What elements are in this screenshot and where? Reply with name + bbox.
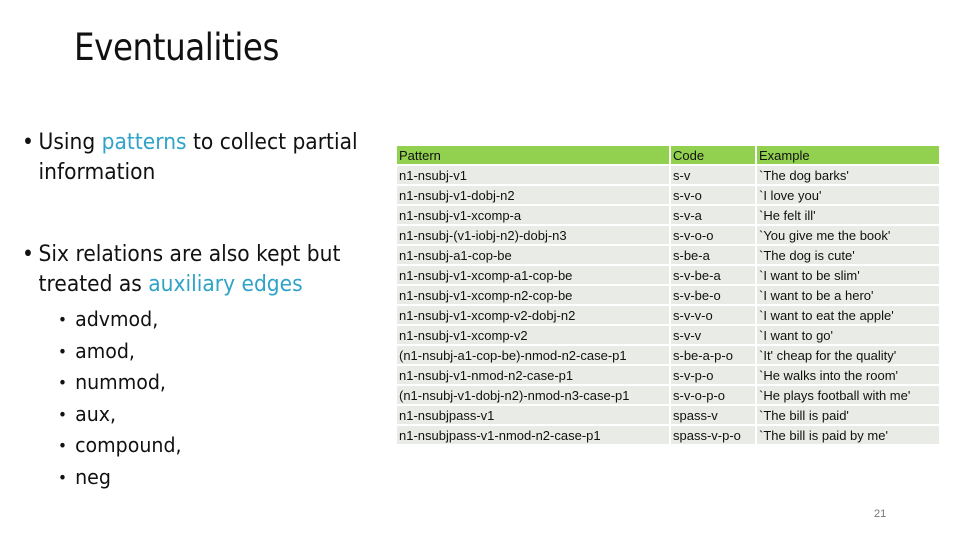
cell-pattern: n1-nsubj-v1-xcomp-a1-cop-be [397, 266, 669, 284]
cell-pattern: n1-nsubj-a1-cop-be [397, 246, 669, 264]
cell-example: `I want to be a hero' [755, 286, 939, 304]
cell-example: `The bill is paid' [755, 406, 939, 424]
cell-example: `It' cheap for the quality' [755, 346, 939, 364]
relation-item: • aux, [58, 399, 366, 431]
bullet-dot-icon: • [22, 242, 34, 267]
relation-item: • advmod, [58, 304, 366, 336]
table-row: (n1-nsubj-a1-cop-be)-nmod-n2-case-p1 s-be… [397, 346, 939, 364]
cell-pattern: n1-nsubj-v1-xcomp-v2 [397, 326, 669, 344]
cell-code: s-v-o-p-o [669, 386, 755, 404]
table-row: n1-nsubj-v1 s-v `The dog barks' [397, 166, 939, 184]
relation-label: compound, [75, 433, 182, 457]
cell-code: s-be-a [669, 246, 755, 264]
cell-code: s-v-v-o [669, 306, 755, 324]
cell-code: s-v [669, 166, 755, 184]
cell-example: `The dog barks' [755, 166, 939, 184]
cell-pattern: n1-nsubj-v1-xcomp-a [397, 206, 669, 224]
cell-pattern: n1-nsubj-v1-dobj-n2 [397, 186, 669, 204]
header-code: Code [669, 146, 755, 164]
page-number: 21 [874, 508, 887, 520]
cell-pattern: n1-nsubj-v1-xcomp-v2-dobj-n2 [397, 306, 669, 324]
cell-code: s-v-p-o [669, 366, 755, 384]
cell-example: `The bill is paid by me' [755, 426, 939, 444]
cell-code: s-v-o [669, 186, 755, 204]
table-body: n1-nsubj-v1 s-v `The dog barks' n1-nsubj-v1… [397, 166, 939, 444]
bullet-auxiliary-edges: • Six relations are also kept but treate… [22, 240, 397, 300]
bullet-dot-icon: • [58, 404, 67, 424]
highlight-auxiliary-edges: auxiliary edges [148, 272, 303, 297]
cell-example: `The dog is cute' [755, 246, 939, 264]
bullet-dot-icon: • [22, 130, 34, 155]
cell-code: spass-v-p-o [669, 426, 755, 444]
relation-label: neg [75, 464, 111, 489]
cell-example: `I love you' [755, 186, 939, 204]
cell-pattern: n1-nsubj-v1-xcomp-n2-cop-be [397, 286, 669, 304]
cell-example: `I want to eat the apple' [755, 306, 939, 324]
table-row: n1-nsubj-(v1-iobj-n2)-dobj-n3 s-v-o-o `You… [397, 226, 939, 244]
bullet-text: Using [38, 130, 102, 155]
relation-label: nummod, [75, 370, 166, 394]
table-row: n1-nsubj-v1-xcomp-a1-cop-be s-v-be-a `I wa… [397, 266, 939, 284]
table-row: n1-nsubj-v1-xcomp-a s-v-a `He felt ill' [397, 206, 939, 224]
table-row: n1-nsubj-v1-xcomp-v2-dobj-n2 s-v-v-o `I wa… [397, 306, 939, 324]
cell-example: `I want to be slim' [755, 266, 939, 284]
cell-pattern: (n1-nsubj-v1-dobj-n2)-nmod-n3-case-p1 [397, 386, 669, 404]
cell-pattern: (n1-nsubj-a1-cop-be)-nmod-n2-case-p1 [397, 346, 669, 364]
bullet-dot-icon: • [58, 373, 67, 392]
relation-item: • compound, [58, 430, 366, 462]
table-row: n1-nsubj-v1-xcomp-v2 s-v-v `I want to go' [397, 326, 939, 344]
cell-pattern: n1-nsubj-(v1-iobj-n2)-dobj-n3 [397, 226, 669, 244]
relation-item: • neg [58, 462, 366, 494]
cell-pattern: n1-nsubj-v1-nmod-n2-case-p1 [397, 366, 669, 384]
cell-example: `He felt ill' [755, 206, 939, 224]
bullet-patterns: • Using patterns to collect partial info… [22, 128, 397, 188]
table-header-row: Pattern Code Example [397, 146, 939, 164]
table-row: n1-nsubj-v1-xcomp-n2-cop-be s-v-be-o `I wa… [397, 286, 939, 304]
table-row: n1-nsubj-v1-dobj-n2 s-v-o `I love you' [397, 186, 939, 204]
cell-pattern: n1-nsubj-v1 [397, 166, 669, 184]
relation-label: advmod, [75, 307, 159, 331]
table-row: n1-nsubjpass-v1-nmod-n2-case-p1 spass-v-p… [397, 426, 939, 444]
slide-title: Eventualities [74, 26, 280, 69]
table-row: n1-nsubj-a1-cop-be s-be-a `The dog is cute… [397, 246, 939, 264]
cell-example: `You give me the book' [755, 226, 939, 244]
relation-label: amod, [75, 338, 135, 363]
header-example: Example [755, 146, 939, 164]
table-row: (n1-nsubj-v1-dobj-n2)-nmod-n3-case-p1 s-v… [397, 386, 939, 404]
cell-example: `I want to go' [755, 326, 939, 344]
cell-example: `He walks into the room' [755, 366, 939, 384]
cell-code: s-v-be-a [669, 266, 755, 284]
relation-item: • amod, [58, 336, 366, 368]
bullet-dot-icon: • [58, 341, 67, 361]
cell-code: s-v-v [669, 326, 755, 344]
cell-example: `He plays football with me' [755, 386, 939, 404]
cell-code: s-v-a [669, 206, 755, 224]
relation-item: • nummod, [58, 367, 366, 399]
cell-pattern: n1-nsubjpass-v1-nmod-n2-case-p1 [397, 426, 669, 444]
relation-sublist: • advmod, • amod, • nummod, • aux, • compound… [22, 304, 382, 493]
bullet-dot-icon: • [58, 467, 67, 487]
cell-code: s-v-be-o [669, 286, 755, 304]
header-pattern: Pattern [397, 146, 669, 164]
table-row: n1-nsubj-v1-nmod-n2-case-p1 s-v-p-o `He wa… [397, 366, 939, 384]
cell-code: s-v-o-o [669, 226, 755, 244]
cell-code: spass-v [669, 406, 755, 424]
cell-code: s-be-a-p-o [669, 346, 755, 364]
bullet-list: • Using patterns to collect partial info… [22, 128, 382, 493]
bullet-dot-icon: • [58, 436, 67, 455]
relation-label: aux, [75, 401, 117, 426]
bullet-dot-icon: • [58, 310, 67, 329]
highlight-patterns: patterns [101, 130, 187, 155]
table-row: n1-nsubjpass-v1 spass-v `The bill is paid' [397, 406, 939, 424]
cell-pattern: n1-nsubjpass-v1 [397, 406, 669, 424]
patterns-table: Pattern Code Example n1-nsubj-v1 s-v `The … [397, 144, 939, 446]
